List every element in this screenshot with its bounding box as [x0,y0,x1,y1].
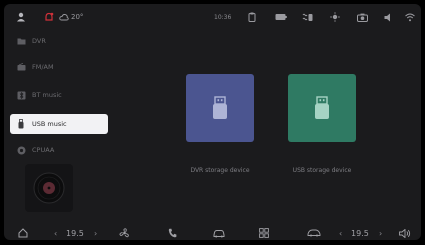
left-temp-decrease-button[interactable]: ‹ [54,226,57,240]
home-icon[interactable] [18,226,28,240]
volume-icon[interactable] [399,226,411,240]
left-temp-increase-button[interactable]: › [94,226,97,240]
usb-drive-icon [213,96,227,119]
usb-storage-device-tile[interactable] [288,74,356,142]
battery-icon[interactable] [275,11,287,23]
album-art[interactable] [25,164,73,212]
clipboard-icon[interactable] [248,11,256,23]
volume-icon[interactable] [384,11,394,23]
clock: 10:36 [214,13,232,21]
cloud-icon [59,14,69,21]
fan-icon[interactable] [119,226,130,240]
usb-icon [16,119,26,129]
car-icon[interactable] [213,226,225,240]
head-unit-screen: 20° 10:36 DVR FM/AM BT music USB music C… [4,4,421,240]
sun-icon[interactable] [330,11,340,23]
sidebar-item-bt-music[interactable]: BT music [10,85,108,105]
folder-icon [16,36,26,46]
person-icon[interactable] [16,11,26,23]
seat-heat-icon[interactable] [302,11,314,23]
sidebar-item-label: BT music [32,91,62,99]
left-temperature: 19.5 [66,228,84,238]
sidebar-item-label: FM/AM [32,63,54,71]
weather: 20° [59,11,83,23]
radio-icon [16,62,26,72]
vinyl-record-icon [33,172,65,204]
phone-icon[interactable] [168,226,177,240]
camera-icon[interactable] [357,11,368,23]
sidebar-item-dvr[interactable]: DVR [10,31,108,51]
outside-temperature: 20° [71,13,84,21]
right-temp-decrease-button[interactable]: ‹ [339,226,342,240]
dvr-storage-device-tile[interactable] [186,74,254,142]
climate-car-icon[interactable] [307,226,321,240]
sidebar-item-label: CPUAA [32,146,55,154]
sidebar-item-usb-music[interactable]: USB music [10,114,108,134]
right-temperature: 19.5 [351,228,369,238]
status-bar: 20° 10:36 [4,4,421,30]
sidebar-item-label: DVR [32,37,46,45]
bell-alert-icon[interactable] [44,11,54,23]
wifi-icon[interactable] [405,11,415,23]
bottom-bar: ‹ 19.5 › ‹ 19.5 › [4,226,421,240]
grid-icon[interactable] [259,226,269,240]
cp-icon [16,145,26,155]
sidebar-item-cpuaa[interactable]: CPUAA [10,140,108,160]
usb-drive-icon [315,96,329,119]
bt-music-icon [16,90,26,100]
dvr-storage-device-label: DVR storage device [190,167,250,174]
usb-storage-device-label: USB storage device [292,167,352,174]
sidebar-item-fm-am[interactable]: FM/AM [10,57,108,77]
sidebar-item-label: USB music [32,120,67,128]
right-temp-increase-button[interactable]: › [379,226,382,240]
